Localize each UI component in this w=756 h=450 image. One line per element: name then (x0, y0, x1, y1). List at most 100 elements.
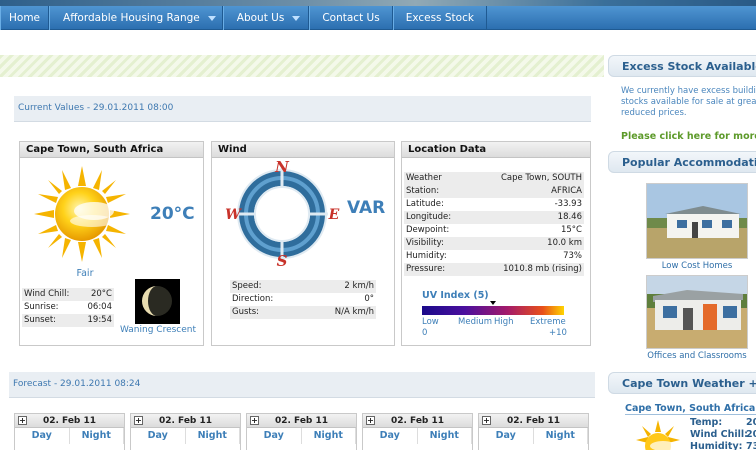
low-cost-homes-image[interactable] (646, 183, 748, 259)
sunrise-value: 06:04 (87, 302, 113, 312)
dewpoint-label: Dewpoint: (406, 225, 450, 235)
wind-speed-label: Speed: (232, 281, 262, 291)
forecast-day-4: + 02. Feb 11 Day Night (362, 413, 473, 450)
longitude-label: Longitude: (406, 212, 452, 222)
nav-affordable-housing-label: Affordable Housing Range (63, 12, 200, 24)
visibility-row: Visibility: 10.0 km (404, 237, 584, 250)
day-night-row: Day Night (15, 428, 124, 444)
uv-extreme-label: Extreme (530, 317, 566, 327)
longitude-row: Longitude: 18.46 (404, 211, 584, 224)
nav-about-us[interactable]: About Us (222, 6, 310, 30)
chevron-down-icon (292, 15, 301, 21)
low-cost-homes-caption[interactable]: Low Cost Homes (642, 261, 752, 271)
night-tab[interactable]: Night (302, 428, 356, 444)
day-tab[interactable]: Day (363, 428, 418, 444)
current-values-bar: Current Values - 29.01.2011 08:00 (14, 96, 591, 122)
longitude-value: 18.46 (557, 212, 582, 222)
uv-marker (490, 301, 496, 305)
visibility-label: Visibility: (406, 238, 444, 248)
humidity-row: Humidity: 73% (404, 250, 584, 263)
page: Home Affordable Housing Range About Us C… (0, 0, 756, 450)
expand-icon[interactable]: + (250, 416, 259, 425)
nav-contact-us[interactable]: Contact Us (309, 6, 393, 30)
excess-stock-heading: Excess Stock Available N (608, 55, 756, 77)
wind-direction-row: Direction: 0° (230, 293, 376, 306)
nav-home[interactable]: Home (0, 6, 50, 30)
current-values-title: Current Values - 29.01.2011 08:00 (18, 103, 174, 113)
decorative-stripe (0, 55, 604, 77)
night-tab[interactable]: Night (70, 428, 124, 444)
latitude-value: -33.93 (554, 199, 582, 209)
forecast-day-header: + 02. Feb 11 (247, 414, 356, 428)
city-weather-box: Cape Town, South Africa 20°C Fair Wind C… (19, 141, 204, 346)
day-tab[interactable]: Day (131, 428, 186, 444)
forecast-date: 02. Feb 11 (158, 416, 213, 426)
uv-index-title: UV Index (5) (422, 290, 489, 301)
moon-phase-label: Waning Crescent (119, 325, 197, 335)
wind-header: Wind (212, 142, 394, 158)
moon-icon (135, 279, 180, 324)
night-tab[interactable]: Night (186, 428, 240, 444)
nav-affordable-housing[interactable]: Affordable Housing Range (49, 6, 223, 30)
nav-excess-stock-label: Excess Stock (405, 12, 474, 24)
expand-icon[interactable]: + (134, 416, 143, 425)
night-tab[interactable]: Night (418, 428, 472, 444)
nav-contact-us-label: Contact Us (322, 12, 380, 24)
compass-icon: N S W E (225, 160, 340, 268)
forecast-day-2: + 02. Feb 11 Day Night (130, 413, 241, 450)
weather-station-label-1: Weather (406, 173, 442, 183)
forecast-date: 02. Feb 11 (390, 416, 445, 426)
wind-chill-label: Wind Chill: (24, 289, 70, 299)
expand-icon[interactable]: + (366, 416, 375, 425)
uv-scale-bar (422, 306, 564, 315)
offices-classrooms-caption[interactable]: Offices and Classrooms (642, 351, 752, 361)
wind-gusts-value: N/A km/h (334, 307, 374, 317)
wind-chill-value: 20°C (90, 289, 112, 299)
day-tab[interactable]: Day (479, 428, 534, 444)
sunset-value: 19:54 (87, 315, 113, 325)
forecast-day-header: + 02. Feb 11 (15, 414, 124, 428)
excess-stock-link[interactable]: Please click here for more in (621, 131, 756, 142)
latitude-row: Latitude: -33.93 (404, 198, 584, 211)
sidebar-wind-chill-label: Wind Chill: (690, 429, 748, 440)
forecast-day-1: + 02. Feb 11 Day Night (14, 413, 125, 450)
day-night-row: Day Night (131, 428, 240, 444)
wind-chill-row: Wind Chill: 20°C (22, 288, 114, 301)
uv-min-number: 0 (422, 328, 428, 338)
compass-e: E (328, 207, 340, 223)
weather-station-value-2: AFRICA (551, 186, 582, 196)
nav-excess-stock[interactable]: Excess Stock (392, 6, 487, 30)
wind-speed-value: 2 km/h (344, 281, 374, 291)
temperature-value: 20°C (150, 204, 195, 224)
forecast-date: 02. Feb 11 (42, 416, 97, 426)
compass-w: W (225, 207, 242, 223)
sidebar-wind-chill-value: 20 (746, 429, 756, 440)
forecast-day-header: + 02. Feb 11 (363, 414, 472, 428)
day-night-row: Day Night (247, 428, 356, 444)
day-tab[interactable]: Day (15, 428, 70, 444)
expand-icon[interactable]: + (18, 416, 27, 425)
forecast-title: Forecast - 29.01.2011 08:24 (13, 379, 141, 389)
sidebar-sun-icon (636, 420, 680, 450)
offices-classrooms-image[interactable] (646, 275, 748, 349)
pressure-label: Pressure: (406, 264, 446, 274)
excess-stock-text: We currently have excess buildin stocks … (621, 86, 756, 119)
uv-low-label: Low (422, 317, 439, 327)
wind-direction-text: VAR (347, 198, 386, 218)
excess-line-1: We currently have excess buildin (621, 86, 756, 96)
location-header: Location Data (402, 142, 590, 158)
compass-s: S (277, 252, 288, 268)
sidebar-weather-city[interactable]: Cape Town, South Africa (625, 403, 756, 415)
sidebar-humidity-label: Humidity: (690, 441, 743, 450)
latitude-label: Latitude: (406, 199, 444, 209)
day-tab[interactable]: Day (247, 428, 302, 444)
sunrise-row: Sunrise: 06:04 (22, 301, 114, 314)
popular-accommodation-heading: Popular Accommodation (608, 151, 756, 173)
expand-icon[interactable]: + (482, 416, 491, 425)
uv-medium-label: Medium (458, 317, 492, 327)
sidebar-temp-label: Temp: (690, 417, 723, 428)
night-tab[interactable]: Night (534, 428, 588, 444)
forecast-day-5: + 02. Feb 11 Day Night (478, 413, 589, 450)
sunrise-label: Sunrise: (24, 302, 59, 312)
